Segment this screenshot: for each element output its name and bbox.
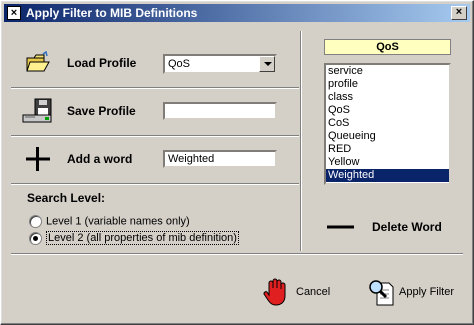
search-level-label: Search Level:	[27, 191, 106, 205]
add-word-label: Add a word	[67, 152, 133, 166]
list-item[interactable]: RED	[326, 143, 449, 156]
level-2-label: Level 2 (all properties of mib definitio…	[46, 231, 239, 246]
chevron-down-icon[interactable]	[259, 56, 275, 72]
add-word-input[interactable]: Weighted	[163, 150, 277, 168]
app-icon: ×	[7, 6, 21, 20]
radio-indicator[interactable]	[29, 215, 42, 228]
level-1-label: Level 1 (variable names only)	[46, 215, 190, 228]
list-item[interactable]: service	[326, 65, 449, 78]
word-list-header: QoS	[324, 39, 451, 55]
title-bar[interactable]: × Apply Filter to MIB Definitions ×	[4, 4, 470, 22]
divider	[11, 253, 463, 255]
divider	[11, 135, 299, 137]
divider	[300, 31, 302, 251]
list-item[interactable]: class	[326, 91, 449, 104]
apply-filter-label: Apply Filter	[399, 286, 455, 298]
minus-icon[interactable]	[326, 224, 356, 230]
stop-hand-icon	[263, 278, 286, 306]
load-profile-label: Load Profile	[67, 56, 137, 70]
word-list[interactable]: service profile class QoS CoS Queueing R…	[324, 63, 451, 185]
list-item[interactable]: Yellow	[326, 156, 449, 169]
load-profile-select[interactable]: QoS	[163, 54, 277, 74]
cancel-label: Cancel	[296, 286, 331, 298]
save-disk-icon[interactable]	[21, 97, 55, 125]
apply-filter-button[interactable]: Apply Filter	[367, 277, 457, 307]
level-2-radio[interactable]: Level 2 (all properties of mib definitio…	[29, 231, 239, 246]
close-button[interactable]: ×	[451, 6, 467, 20]
divider	[11, 87, 299, 89]
divider	[11, 183, 299, 185]
list-item[interactable]: Weighted	[326, 169, 449, 182]
list-item[interactable]: Queueing	[326, 130, 449, 143]
delete-word-label[interactable]: Delete Word	[372, 220, 442, 234]
list-item[interactable]: profile	[326, 78, 449, 91]
level-1-radio[interactable]: Level 1 (variable names only)	[29, 215, 190, 228]
list-item[interactable]: CoS	[326, 117, 449, 130]
magnifier-document-icon	[369, 280, 394, 306]
save-profile-input[interactable]	[163, 102, 277, 120]
plus-icon[interactable]	[25, 146, 51, 172]
window-title: Apply Filter to MIB Definitions	[26, 6, 198, 20]
list-item[interactable]: QoS	[326, 104, 449, 117]
dialog-window: × Apply Filter to MIB Definitions × Load…	[0, 0, 474, 325]
cancel-button[interactable]: Cancel	[263, 277, 339, 307]
save-profile-label: Save Profile	[67, 104, 136, 118]
load-profile-value: QoS	[168, 58, 191, 70]
radio-indicator[interactable]	[29, 232, 42, 245]
folder-open-icon[interactable]	[25, 51, 51, 75]
